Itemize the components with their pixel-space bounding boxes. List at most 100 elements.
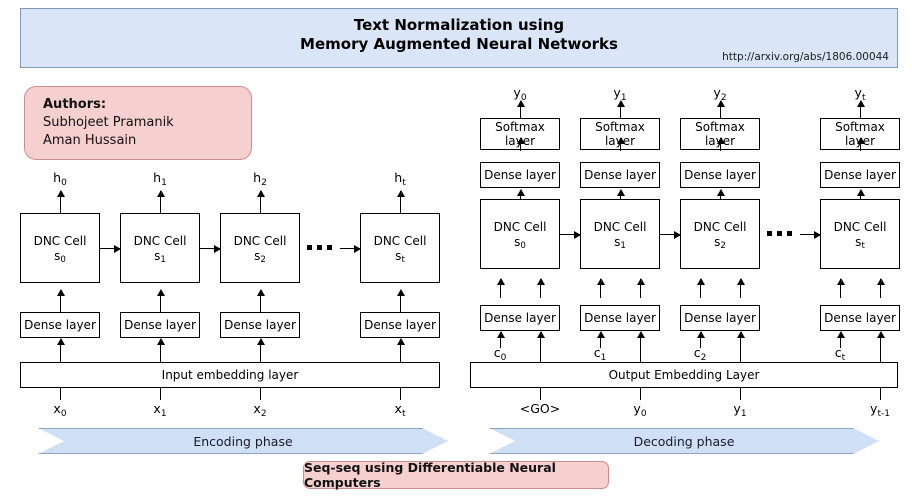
decoder-output-arrow-1 [616, 100, 625, 118]
output-embedding-layer[interactable]: Output Embedding Layer [470, 362, 898, 388]
encoder-dnc-cell-2[interactable]: DNC Cell s2 [220, 213, 300, 283]
decoder-input-stub-3 [880, 388, 881, 400]
encoder-dnc-cell-3[interactable]: DNC Cell st [360, 213, 440, 283]
decoder-upper-dense-1[interactable]: Dense layer [580, 162, 660, 188]
decoder-lower-dense-1[interactable]: Dense layer [580, 305, 660, 331]
decoder-input-label-0: <GO> [519, 401, 561, 416]
encoder-output-arrow-1 [156, 190, 165, 213]
decoder-softmax-arrow-0 [516, 137, 525, 151]
encoder-input-stub-3 [400, 388, 401, 400]
encoder-embed-arrow-1 [156, 338, 165, 362]
encoder-cell-state-3: st [395, 248, 405, 265]
encoder-cell-state-1: s1 [154, 248, 166, 265]
encoder-dense-layer-0[interactable]: Dense layer [20, 312, 100, 338]
encoder-input-label-2: x2 [253, 401, 267, 419]
decoder-input-stub-1 [640, 388, 641, 400]
context-label-2: c2 [693, 345, 707, 363]
decoder-output-arrow-2 [716, 100, 725, 118]
decoder-embed-arrow-2 [736, 331, 745, 362]
encoder-cell-label-3: DNC Cell [373, 233, 427, 248]
decoder-cell-state-1: s1 [614, 234, 626, 251]
decoder-dense-arrow-1a [596, 278, 605, 298]
decoder-cell-label-0: DNC Cell [493, 219, 547, 234]
encoder-dense-layer-1[interactable]: Dense layer [120, 312, 200, 338]
decoder-dnc-cell-0[interactable]: DNC Cell s0 [480, 199, 560, 269]
encoder-cell-label-1: DNC Cell [133, 233, 187, 248]
encoder-recurrent-arrow-0 [100, 244, 121, 253]
encoder-embed-arrow-3 [396, 338, 405, 362]
encoder-embed-arrow-0 [56, 338, 65, 362]
decoder-embed-arrow-1 [636, 331, 645, 362]
authors-heading: Authors: [43, 97, 107, 112]
context-label-0: c0 [493, 345, 507, 363]
encoder-output-label-3: ht [394, 170, 406, 188]
decoder-input-label-3: yt-1 [870, 401, 890, 419]
encoder-output-arrow-0 [56, 190, 65, 213]
decoder-softmax-arrow-2 [716, 137, 725, 151]
encoder-dense-arrow-2 [256, 289, 265, 313]
decoder-lower-dense-0[interactable]: Dense layer [480, 305, 560, 331]
encoder-recurrent-arrow-2 [340, 244, 361, 253]
encoder-input-stub-0 [60, 388, 61, 400]
title-line-1: Text Normalization using [353, 16, 565, 34]
header-banner: Text Normalization using Memory Augmente… [20, 8, 898, 68]
encoder-recurrent-arrow-1 [200, 244, 221, 253]
decoder-dense-arrow-3b [876, 278, 885, 298]
decoder-cell-state-3: st [855, 234, 865, 251]
decoder-softmax-arrow-1 [616, 137, 625, 151]
encoder-dense-arrow-0 [56, 289, 65, 313]
decoder-cell-state-2: s2 [714, 234, 726, 251]
page-title: Text Normalization using Memory Augmente… [21, 16, 897, 54]
decoder-output-arrow-0 [516, 100, 525, 118]
decoding-phase-banner: Decoding phase [489, 428, 879, 454]
decoder-upper-dense-3[interactable]: Dense layer [820, 162, 900, 188]
encoder-cell-label-0: DNC Cell [33, 233, 87, 248]
encoder-ellipsis [307, 245, 332, 250]
decoder-upper-dense-2[interactable]: Dense layer [680, 162, 760, 188]
encoding-phase-label: Encoding phase [193, 433, 293, 449]
decoder-cell-label-3: DNC Cell [833, 219, 887, 234]
encoding-phase-banner: Encoding phase [38, 428, 448, 454]
decoder-lower-dense-3[interactable]: Dense layer [820, 305, 900, 331]
encoder-dnc-cell-1[interactable]: DNC Cell s1 [120, 213, 200, 283]
decoder-embed-arrow-0 [536, 331, 545, 362]
encoder-dnc-cell-0[interactable]: DNC Cell s0 [20, 213, 100, 283]
authors-card: Authors: Subhojeet Pramanik Aman Hussain [24, 86, 252, 160]
paper-url[interactable]: http://arxiv.org/abs/1806.00044 [722, 51, 889, 63]
decoder-ellipsis [767, 231, 792, 236]
encoder-output-arrow-2 [256, 190, 265, 213]
input-embedding-layer[interactable]: Input embedding layer [20, 362, 440, 388]
author-name-1: Subhojeet Pramanik [43, 115, 174, 130]
encoder-output-arrow-3 [396, 190, 405, 213]
encoder-dense-layer-3[interactable]: Dense layer [360, 312, 440, 338]
decoder-softmax-arrow-3 [856, 137, 865, 151]
decoder-dense-arrow-0b [536, 278, 545, 298]
decoder-dense-arrow-0a [496, 278, 505, 298]
decoder-lower-dense-2[interactable]: Dense layer [680, 305, 760, 331]
decoder-cell-label-2: DNC Cell [693, 219, 747, 234]
encoder-dense-arrow-1 [156, 289, 165, 313]
footer-caption: Seq-seq using Differentiable Neural Comp… [303, 460, 609, 490]
decoder-input-stub-2 [740, 388, 741, 400]
decoder-input-label-2: y1 [733, 401, 747, 419]
decoder-output-label-2: y2 [713, 85, 727, 103]
context-label-1: c1 [593, 345, 607, 363]
decoder-dnc-cell-3[interactable]: DNC Cell st [820, 199, 900, 269]
decoder-upper-dense-0[interactable]: Dense layer [480, 162, 560, 188]
decoder-output-label-0: y0 [513, 85, 527, 103]
decoder-dnc-cell-2[interactable]: DNC Cell s2 [680, 199, 760, 269]
footer-caption-text: Seq-seq using Differentiable Neural Comp… [304, 460, 556, 490]
decoder-cell-state-0: s0 [514, 234, 526, 251]
decoder-dnc-cell-1[interactable]: DNC Cell s1 [580, 199, 660, 269]
decoder-dense-arrow-2b [736, 278, 745, 298]
encoder-output-label-0: h0 [53, 170, 67, 188]
encoder-input-stub-1 [160, 388, 161, 400]
encoder-input-stub-2 [260, 388, 261, 400]
decoder-output-label-1: y1 [613, 85, 627, 103]
encoder-cell-state-0: s0 [54, 248, 66, 265]
encoder-input-label-1: x1 [153, 401, 167, 419]
encoder-input-label-0: x0 [53, 401, 67, 419]
decoding-phase-label: Decoding phase [633, 433, 735, 449]
encoder-dense-layer-2[interactable]: Dense layer [220, 312, 300, 338]
decoder-recurrent-arrow-0 [560, 230, 581, 239]
